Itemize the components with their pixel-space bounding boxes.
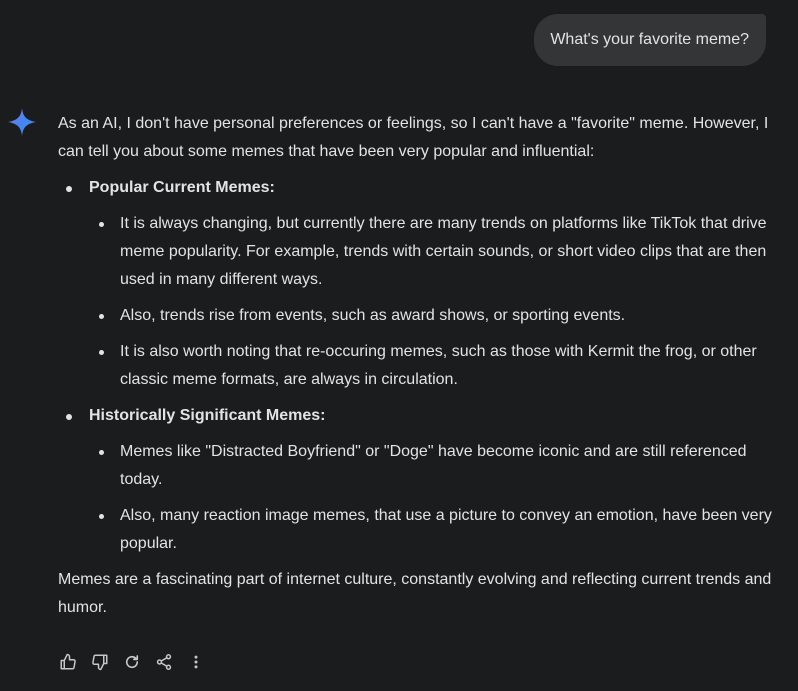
response-actions-bar — [58, 652, 218, 672]
bullet-icon — [99, 514, 104, 519]
section-heading: Historically Significant Memes: — [89, 407, 326, 424]
list-item-text: It is always changing, but currently the… — [120, 215, 767, 288]
list-item: It is also worth noting that re-occuring… — [89, 338, 776, 394]
list-item-text: Also, trends rise from events, such as a… — [120, 307, 626, 324]
bullet-icon — [66, 414, 72, 420]
more-options-button[interactable] — [186, 652, 206, 672]
bullet-icon — [99, 450, 104, 455]
list-item: Also, trends rise from events, such as a… — [89, 302, 776, 330]
list-item: Memes like "Distracted Boyfriend" or "Do… — [89, 438, 776, 494]
regenerate-button[interactable] — [122, 652, 142, 672]
meme-categories-list: Popular Current Memes: It is always chan… — [58, 174, 776, 558]
gemini-sparkle-icon — [8, 108, 36, 136]
sub-list: It is always changing, but currently the… — [89, 210, 776, 394]
list-item: Also, many reaction image memes, that us… — [89, 502, 776, 558]
list-item: Popular Current Memes: It is always chan… — [58, 174, 776, 394]
list-item: Historically Significant Memes: Memes li… — [58, 402, 776, 558]
bullet-icon — [99, 314, 104, 319]
model-response: As an AI, I don't have personal preferen… — [58, 110, 776, 622]
bullet-icon — [66, 186, 72, 192]
bullet-icon — [99, 350, 104, 355]
list-item-text: It is also worth noting that re-occuring… — [120, 343, 757, 388]
thumbs-down-button[interactable] — [90, 652, 110, 672]
thumbs-up-button[interactable] — [58, 652, 78, 672]
bullet-icon — [99, 222, 104, 227]
share-icon — [156, 654, 172, 670]
list-item-text: Memes like "Distracted Boyfriend" or "Do… — [120, 443, 747, 488]
response-outro: Memes are a fascinating part of internet… — [58, 571, 772, 616]
share-button[interactable] — [154, 652, 174, 672]
thumbs-down-icon — [92, 654, 108, 671]
section-heading: Popular Current Memes: — [89, 179, 275, 196]
sub-list: Memes like "Distracted Boyfriend" or "Do… — [89, 438, 776, 558]
list-item-text: Also, many reaction image memes, that us… — [120, 507, 772, 552]
user-message-bubble: What's your favorite meme? — [534, 14, 766, 66]
list-item: It is always changing, but currently the… — [89, 210, 776, 294]
thumbs-up-icon — [60, 653, 76, 670]
response-intro: As an AI, I don't have personal preferen… — [58, 115, 769, 160]
more-vert-icon — [194, 655, 198, 669]
regenerate-icon — [125, 655, 139, 669]
